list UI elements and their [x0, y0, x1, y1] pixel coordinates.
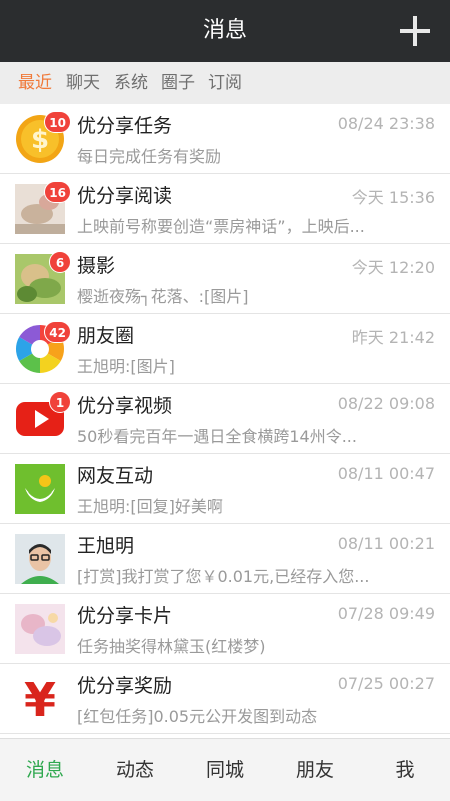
- play-video-icon: 1: [15, 391, 71, 444]
- tab-subscribe[interactable]: 订阅: [208, 62, 242, 104]
- nav-messages[interactable]: 消息: [15, 739, 75, 801]
- list-item[interactable]: ¥ 优分享奖励 07/25 00:27 [红包任务]0.05元公开发图到动态: [0, 664, 450, 734]
- conversation-preview: [打赏]我打赏了您￥0.01元,已经存入您...: [77, 567, 370, 586]
- tab-chat[interactable]: 聊天: [66, 62, 100, 104]
- list-item[interactable]: 42 朋友圈 昨天 21:42 王旭明:[图片]: [0, 314, 450, 384]
- unread-badge: 6: [49, 251, 71, 273]
- reading-photo: 16: [15, 181, 71, 234]
- unread-badge: 42: [44, 321, 71, 343]
- conversation-name: 优分享视频: [77, 395, 173, 417]
- filter-tabs: 最近 聊天 系统 圈子 订阅: [0, 62, 450, 104]
- user-photo: [15, 534, 65, 584]
- conversation-preview: 王旭明:[回复]好美啊: [77, 497, 223, 516]
- unread-badge: 10: [44, 111, 71, 133]
- conversation-preview: 王旭明:[图片]: [77, 357, 175, 376]
- conversation-preview: 50秒看完百年一遇日全食横跨14州令...: [77, 427, 357, 446]
- tab-system[interactable]: 系统: [114, 62, 148, 104]
- list-item[interactable]: $ 10 优分享任务 08/24 23:38 每日完成任务有奖励: [0, 104, 450, 174]
- gold-coin-dollar-icon: $ 10: [15, 111, 71, 164]
- conversation-time: 08/24 23:38: [337, 114, 435, 133]
- conversation-list: $ 10 优分享任务 08/24 23:38 每日完成任务有奖励 16 优分享阅…: [0, 104, 450, 738]
- tab-circle[interactable]: 圈子: [161, 62, 195, 104]
- conversation-name: 优分享任务: [77, 115, 173, 137]
- photography-photo: 6: [15, 251, 71, 304]
- top-bar: 消息: [0, 0, 450, 62]
- page-title: 消息: [202, 18, 247, 43]
- conversation-name: 优分享阅读: [77, 185, 173, 207]
- list-item[interactable]: 网友互动 08/11 00:47 王旭明:[回复]好美啊: [0, 454, 450, 524]
- conversation-preview: 每日完成任务有奖励: [77, 147, 222, 166]
- card-photo: [15, 604, 65, 654]
- unread-badge: 16: [44, 181, 71, 203]
- nav-me[interactable]: 我: [375, 739, 435, 801]
- aperture-icon: 42: [15, 321, 71, 374]
- conversation-time: 07/28 09:49: [337, 604, 435, 623]
- nav-feed[interactable]: 动态: [105, 739, 165, 801]
- conversation-preview: 任务抽奖得林黛玉(红楼梦): [77, 637, 266, 656]
- conversation-time: 昨天 21:42: [351, 328, 435, 347]
- conversation-name: 摄影: [77, 255, 116, 277]
- nav-nearby[interactable]: 同城: [195, 739, 255, 801]
- list-item[interactable]: 6 摄影 今天 12:20 樱逝夜殇┐花落、:[图片]: [0, 244, 450, 314]
- interaction-icon: [15, 464, 65, 514]
- unread-badge: 1: [49, 391, 71, 413]
- bottom-nav: 消息 动态 同城 朋友 我: [0, 738, 450, 801]
- yen-icon: ¥: [15, 673, 65, 727]
- list-item[interactable]: 16 优分享阅读 今天 15:36 上映前号称要创造“票房神话”，上映后...: [0, 174, 450, 244]
- plus-icon[interactable]: [400, 16, 430, 46]
- conversation-time: 今天 12:20: [351, 258, 435, 277]
- conversation-preview: [红包任务]0.05元公开发图到动态: [77, 707, 318, 726]
- conversation-name: 朋友圈: [77, 325, 135, 347]
- conversation-preview: 上映前号称要创造“票房神话”，上映后...: [77, 217, 365, 236]
- conversation-time: 今天 15:36: [351, 188, 435, 207]
- conversation-name: 王旭明: [77, 535, 135, 557]
- nav-friends[interactable]: 朋友: [285, 739, 345, 801]
- svg-text:¥: ¥: [24, 674, 56, 724]
- conversation-time: 08/11 00:47: [337, 464, 435, 483]
- tab-recent[interactable]: 最近: [18, 62, 52, 104]
- conversation-name: 优分享奖励: [77, 675, 173, 697]
- conversation-time: 07/25 00:27: [337, 674, 435, 693]
- conversation-name: 网友互动: [77, 465, 154, 487]
- conversation-time: 08/22 09:08: [337, 394, 435, 413]
- list-item[interactable]: 1 优分享视频 08/22 09:08 50秒看完百年一遇日全食横跨14州令..…: [0, 384, 450, 454]
- conversation-preview: 樱逝夜殇┐花落、:[图片]: [77, 287, 249, 306]
- conversation-time: 08/11 00:21: [337, 534, 435, 553]
- conversation-name: 优分享卡片: [77, 605, 173, 627]
- list-item[interactable]: 优分享卡片 07/28 09:49 任务抽奖得林黛玉(红楼梦): [0, 594, 450, 664]
- list-item[interactable]: 王旭明 08/11 00:21 [打赏]我打赏了您￥0.01元,已经存入您...: [0, 524, 450, 594]
